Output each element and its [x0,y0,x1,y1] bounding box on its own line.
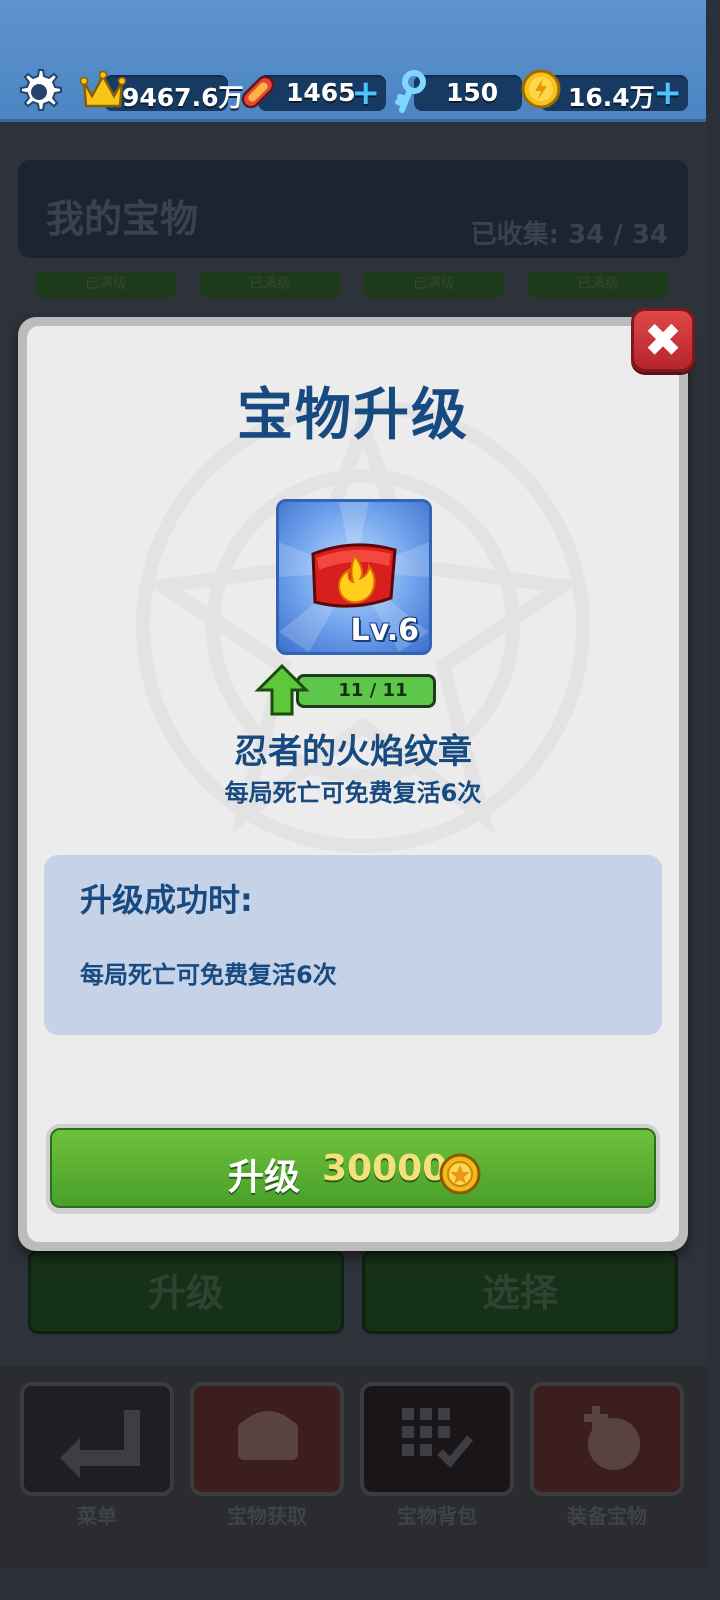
gold-coin-icon [521,69,561,109]
close-icon: ✖ [643,313,683,367]
fire-emblem-icon [311,543,397,608]
nav-treasure-acquire [190,1382,344,1496]
maxed-tab: 已满级 [36,272,176,298]
hoverboard-icon [241,75,275,109]
item-name: 忍者的火焰纹章 [234,732,472,772]
nav-treasure-bag-label: 宝物背包 [397,1504,477,1528]
coin-icon [439,1153,481,1195]
nav-treasure-acquire-label: 宝物获取 [227,1504,307,1528]
progress-text: 11 / 11 [338,680,408,701]
gear-icon[interactable] [14,66,64,116]
item-level: Lv.6 [350,613,420,648]
maxed-tab: 已满级 [364,272,504,298]
coin-value: 16.4万 [568,83,655,112]
upgrade-effect-panel: 升级成功时: 每局死亡可免费复活6次 [44,855,662,1035]
upgrade-button[interactable]: 升级 30000 [46,1124,660,1214]
nav-menu-label: 菜单 [77,1504,117,1528]
upgrade-button-face[interactable]: 升级 30000 [50,1128,656,1208]
effect-title: 升级成功时: [80,881,253,919]
upgrade-arrow-icon [254,663,310,716]
key-counter: 150 [414,75,522,111]
fragment-progress-bar: 11 / 11 [296,674,436,708]
upgrade-button-label: 升级 [228,1157,301,1198]
nav-equip-treasure-label: 装备宝物 [567,1504,647,1528]
background-upgrade-button: 升级 [28,1250,344,1334]
treasure-item-card: Lv.6 [276,499,432,655]
dialog-title: 宝物升级 [237,383,469,448]
equip-treasure-icon [584,1406,640,1470]
close-button[interactable]: ✖ [631,308,695,372]
background-select-button: 选择 [362,1250,678,1334]
crown-value: 9467.6万 [122,83,244,112]
nav-equip-treasure [530,1382,684,1496]
key-value: 150 [446,78,499,107]
maxed-tab: 已满级 [528,272,668,298]
key-icon [395,70,426,113]
effect-text: 每局死亡可免费复活6次 [80,961,337,989]
coin-counter: 16.4万 + [540,73,688,113]
maxed-tab: 已满级 [200,272,340,298]
add-coins-plus-icon[interactable]: + [654,73,683,113]
grid-check-icon [402,1408,474,1468]
nav-treasure-bag [360,1382,514,1496]
back-arrow-icon [60,1410,140,1478]
item-description: 每局死亡可免费复活6次 [224,779,482,807]
upgrade-cost: 30000 [322,1148,448,1189]
nav-menu [20,1382,174,1496]
top-resource-bar: 9467.6万 1465 + 150 16.4万 + [0,0,706,122]
board-value: 1465 [286,78,356,107]
crown-icon [80,70,126,108]
add-boards-plus-icon[interactable]: + [352,73,381,113]
treasure-page-title: 我的宝物 [46,197,199,241]
treasure-chest-icon [238,1411,298,1460]
collected-count: 已收集: 34 / 34 [470,220,668,250]
